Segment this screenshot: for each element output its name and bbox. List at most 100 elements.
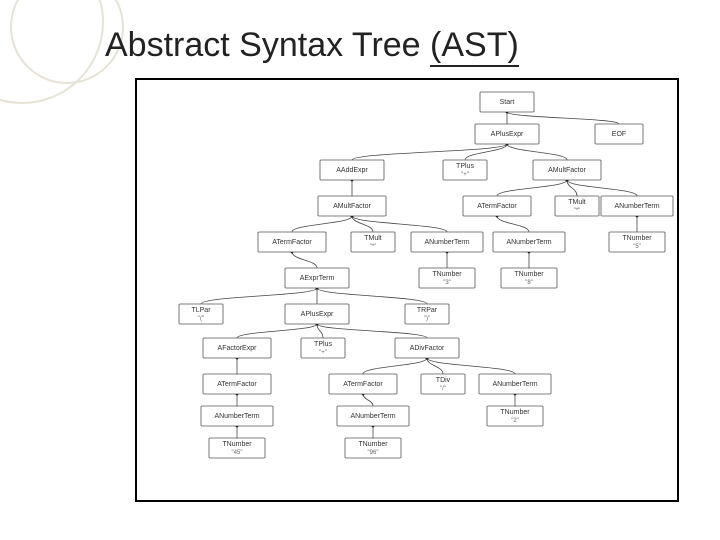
node-label: TPlus — [314, 341, 332, 348]
node-label: TNumber — [222, 441, 252, 448]
tree-node-eof: EOF — [595, 124, 643, 144]
node-label: ATermFactor — [477, 203, 517, 210]
tree-node-anumberterm5: ANumberTerm — [201, 406, 273, 426]
node-label: ATermFactor — [343, 381, 383, 388]
tree-edge — [292, 216, 352, 232]
node-label: ANumberTerm — [424, 239, 469, 246]
node-label: APlusExpr — [301, 311, 334, 318]
tree-edge — [317, 288, 427, 304]
tree-node-atermfactor2: ATermFactor — [463, 196, 531, 216]
node-label: AAddExpr — [336, 167, 368, 174]
node-label: ANumberTerm — [492, 381, 537, 388]
page-title: Abstract Syntax Tree (AST) — [105, 26, 519, 65]
tree-node-tnumber45: TNumber "45" — [209, 438, 265, 458]
node-label: TDiv — [436, 377, 451, 384]
node-label: AMultFactor — [333, 203, 371, 210]
node-value: "+" — [319, 350, 327, 356]
tree-edge — [497, 216, 529, 232]
title-underlined: (AST) — [430, 26, 519, 67]
node-value: "5" — [633, 244, 641, 250]
tree-node-adivfactor: ADivFactor — [395, 338, 459, 358]
node-label: TNumber — [514, 271, 544, 278]
tree-node-anumberterm6: ANumberTerm — [337, 406, 409, 426]
tree-node-tdiv: TDiv "/" — [421, 374, 465, 394]
node-value: "*" — [370, 244, 377, 250]
tree-edge — [567, 180, 577, 196]
node-label: EOF — [612, 131, 626, 138]
node-value: ")" — [424, 316, 430, 322]
tree-node-anumberterm3: ANumberTerm — [601, 196, 673, 216]
tree-node-amultfactor2: AMultFactor — [318, 196, 386, 216]
tree-node-atermfactor3: ATermFactor — [203, 374, 271, 394]
tree-node-aplusexpr2: APlusExpr — [285, 304, 349, 324]
title-plain: Abstract Syntax Tree — [105, 26, 430, 64]
tree-node-afactorexpr: AFactorExpr — [203, 338, 271, 358]
node-label: TMult — [568, 199, 586, 206]
tree-edge — [317, 324, 427, 338]
node-value: "/" — [440, 386, 446, 392]
node-label: AFactorExpr — [218, 345, 258, 352]
tree-edge — [292, 252, 317, 268]
node-label: ATermFactor — [272, 239, 312, 246]
node-label: Start — [500, 99, 515, 106]
node-label: AMultFactor — [548, 167, 586, 174]
tree-node-atermfactor: ATermFactor — [258, 232, 326, 252]
node-label: TPlus — [456, 163, 474, 170]
tree-node-anumberterm: ANumberTerm — [411, 232, 483, 252]
diagram-panel: Start APlusExpr EOF AAddExpr TPlus "+" AMultFa… — [135, 78, 679, 502]
node-label: TNumber — [622, 235, 652, 242]
tree-node-tnumber3: TNumber "3" — [419, 268, 475, 288]
ast-tree-svg: Start APlusExpr EOF AAddExpr TPlus "+" AMultFa… — [137, 80, 677, 500]
tree-edge — [363, 394, 373, 406]
tree-edge — [507, 112, 619, 124]
tree-edge — [201, 288, 317, 304]
node-label: AExprTerm — [300, 275, 335, 282]
tree-node-amultfactor: AMultFactor — [533, 160, 601, 180]
tree-node-start: Start — [480, 92, 534, 112]
node-value: "2" — [511, 418, 519, 424]
node-value: "8" — [525, 280, 533, 286]
node-value: "*" — [574, 208, 581, 214]
tree-node-atermfactor4: ATermFactor — [329, 374, 397, 394]
tree-edge — [363, 358, 427, 374]
node-label: TLPar — [191, 307, 211, 314]
tree-node-tmult2: TMult "*" — [555, 196, 599, 216]
node-value: "96" — [368, 450, 379, 456]
tree-node-tnumber96: TNumber "96" — [345, 438, 401, 458]
tree-node-aexprterm: AExprTerm — [285, 268, 349, 288]
tree-edge — [497, 180, 567, 196]
tree-node-tplus2: TPlus "+" — [301, 338, 345, 358]
tree-edge — [427, 358, 515, 374]
node-label: APlusExpr — [491, 131, 524, 138]
tree-node-aplusexpr: APlusExpr — [475, 124, 539, 144]
node-label: ANumberTerm — [350, 413, 395, 420]
tree-edge — [237, 324, 317, 338]
tree-node-anumberterm4: ANumberTerm — [479, 374, 551, 394]
tree-node-tplus1: TPlus "+" — [443, 160, 487, 180]
tree-node-tnumber5: TNumber "5" — [609, 232, 665, 252]
node-value: "(" — [198, 316, 204, 322]
tree-edge — [567, 180, 637, 196]
node-label: TNumber — [500, 409, 530, 416]
node-value: "45" — [232, 450, 243, 456]
node-label: TNumber — [432, 271, 462, 278]
node-value: "3" — [443, 280, 451, 286]
node-value: "+" — [461, 172, 469, 178]
tree-edge — [352, 144, 507, 160]
tree-node-aaddexpr: AAddExpr — [320, 160, 384, 180]
slide-root: Abstract Syntax Tree (AST) Start APlusExp… — [0, 0, 720, 540]
node-label: ADivFactor — [410, 345, 445, 352]
node-label: TMult — [364, 235, 382, 242]
tree-edge — [352, 216, 447, 232]
node-label: ATermFactor — [217, 381, 257, 388]
tree-node-tnumber2: TNumber "2" — [487, 406, 543, 426]
tree-node-tnumber8: TNumber "8" — [501, 268, 557, 288]
tree-node-tmult: TMult "*" — [351, 232, 395, 252]
tree-node-trpar: TRPar ")" — [405, 304, 449, 324]
tree-node-tlpar: TLPar "(" — [179, 304, 223, 324]
node-label: ANumberTerm — [214, 413, 259, 420]
tree-edge — [507, 144, 567, 160]
node-label: ANumberTerm — [614, 203, 659, 210]
node-label: TNumber — [358, 441, 388, 448]
node-label: TRPar — [417, 307, 438, 314]
